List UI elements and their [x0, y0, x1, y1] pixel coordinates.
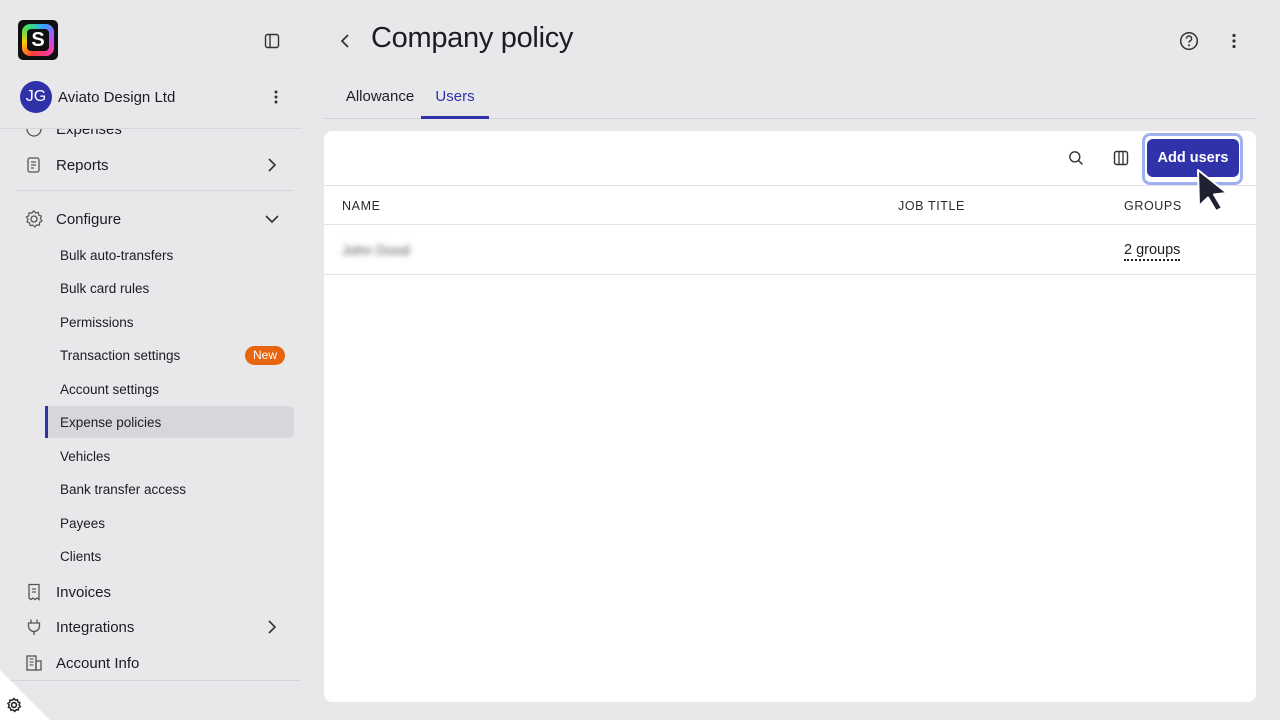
sidebar-item-label: Invoices — [56, 583, 112, 601]
page-title: Company policy — [371, 22, 574, 54]
subitem-label: Clients — [60, 548, 102, 564]
org-switcher[interactable]: JG Aviato Design Ltd — [20, 81, 290, 113]
columns-icon[interactable] — [1111, 148, 1131, 168]
receipt-icon — [24, 129, 44, 139]
subitem-label: Vehicles — [60, 448, 111, 464]
tab-users[interactable]: Users — [421, 78, 489, 119]
sidebar-subitem-payees[interactable]: Payees — [45, 507, 294, 539]
sidebar-subitem-account-settings[interactable]: Account settings — [45, 373, 294, 405]
sidebar-item-label: Configure — [56, 210, 122, 228]
gear-icon — [24, 209, 44, 229]
sidebar-subitem-expense-policies[interactable]: Expense policies — [45, 406, 294, 438]
sidebar-subitem-bulk-card-rules[interactable]: Bulk card rules — [45, 272, 294, 304]
tab-bar: Allowance Users — [324, 78, 1256, 119]
subitem-label: Account settings — [60, 381, 160, 397]
nav-divider — [16, 190, 294, 191]
app-logo[interactable]: S — [18, 20, 58, 60]
sidebar-item-label: Expenses — [56, 128, 122, 138]
more-vertical-icon[interactable] — [1224, 29, 1244, 53]
add-users-button[interactable]: Add users — [1147, 139, 1239, 177]
column-header-groups[interactable]: GROUPS — [1124, 199, 1182, 213]
users-panel: Add users NAME JOB TITLE GROUPS John Doo… — [324, 131, 1256, 702]
sidebar-item-invoices[interactable]: Invoices — [16, 575, 294, 609]
subitem-label: Expense policies — [60, 414, 162, 430]
sidebar-item-integrations[interactable]: Integrations — [16, 610, 294, 644]
help-icon[interactable] — [1177, 29, 1201, 53]
chevron-right-icon — [262, 155, 282, 175]
subitem-label: Payees — [60, 515, 106, 531]
column-header-job-title[interactable]: JOB TITLE — [898, 199, 965, 213]
sidebar-subitem-clients[interactable]: Clients — [45, 540, 294, 572]
invoice-icon — [24, 582, 44, 602]
logo-gradient: S — [22, 24, 54, 56]
subitem-label: Bulk card rules — [60, 280, 150, 296]
subitem-label: Transaction settings — [60, 347, 181, 363]
sidebar-item-label: Integrations — [56, 618, 135, 636]
avatar: JG — [20, 81, 52, 113]
sidebar-item-configure[interactable]: Configure — [16, 202, 294, 236]
chevron-right-icon — [262, 617, 282, 637]
new-badge: New — [244, 346, 285, 365]
settings-gear-icon[interactable] — [6, 697, 24, 715]
sidebar-item-label: Reports — [56, 156, 109, 174]
subitem-label: Bulk auto-transfers — [60, 247, 174, 263]
sidebar-subitem-permissions[interactable]: Permissions — [45, 306, 294, 338]
sidebar-item-reports[interactable]: Reports — [16, 148, 294, 182]
subitem-label: Bank transfer access — [60, 481, 187, 497]
report-icon — [24, 155, 44, 175]
table-header: NAME JOB TITLE GROUPS — [324, 185, 1256, 225]
org-name: Aviato Design Ltd — [58, 88, 176, 106]
user-groups-link[interactable]: 2 groups — [1124, 242, 1181, 261]
sidebar-item-label: Account Info — [56, 654, 140, 672]
sidebar-subitem-bulk-auto-transfers[interactable]: Bulk auto-transfers — [45, 239, 294, 271]
nav-scroll-area[interactable]: Expenses Reports Configure Bulk auto-tra… — [0, 128, 302, 680]
sidebar-bottom-divider — [0, 680, 300, 681]
back-chevron-icon[interactable] — [334, 29, 356, 53]
building-icon — [24, 653, 44, 673]
sidebar: S JG Aviato Design Ltd Expenses Reports … — [0, 0, 312, 720]
sidebar-item-expenses[interactable]: Expenses — [16, 128, 294, 146]
sidebar-subitem-vehicles[interactable]: Vehicles — [45, 440, 294, 472]
logo-letter: S — [27, 29, 49, 51]
column-header-name[interactable]: NAME — [342, 199, 381, 213]
subitem-label: Permissions — [60, 314, 134, 330]
table-row[interactable]: John Dood 2 groups — [324, 225, 1256, 275]
chevron-down-icon — [262, 209, 282, 229]
user-name: John Dood — [342, 242, 410, 258]
tab-allowance[interactable]: Allowance — [339, 78, 421, 118]
plug-icon — [24, 617, 44, 637]
sidebar-subitem-bank-transfer-access[interactable]: Bank transfer access — [45, 473, 294, 505]
sidebar-subitem-transaction-settings[interactable]: Transaction settings New — [45, 339, 294, 371]
sidebar-item-account-info[interactable]: Account Info — [16, 646, 294, 680]
more-vertical-icon[interactable] — [266, 87, 286, 107]
search-icon[interactable] — [1066, 148, 1086, 168]
sidebar-toggle-icon[interactable] — [262, 31, 282, 51]
